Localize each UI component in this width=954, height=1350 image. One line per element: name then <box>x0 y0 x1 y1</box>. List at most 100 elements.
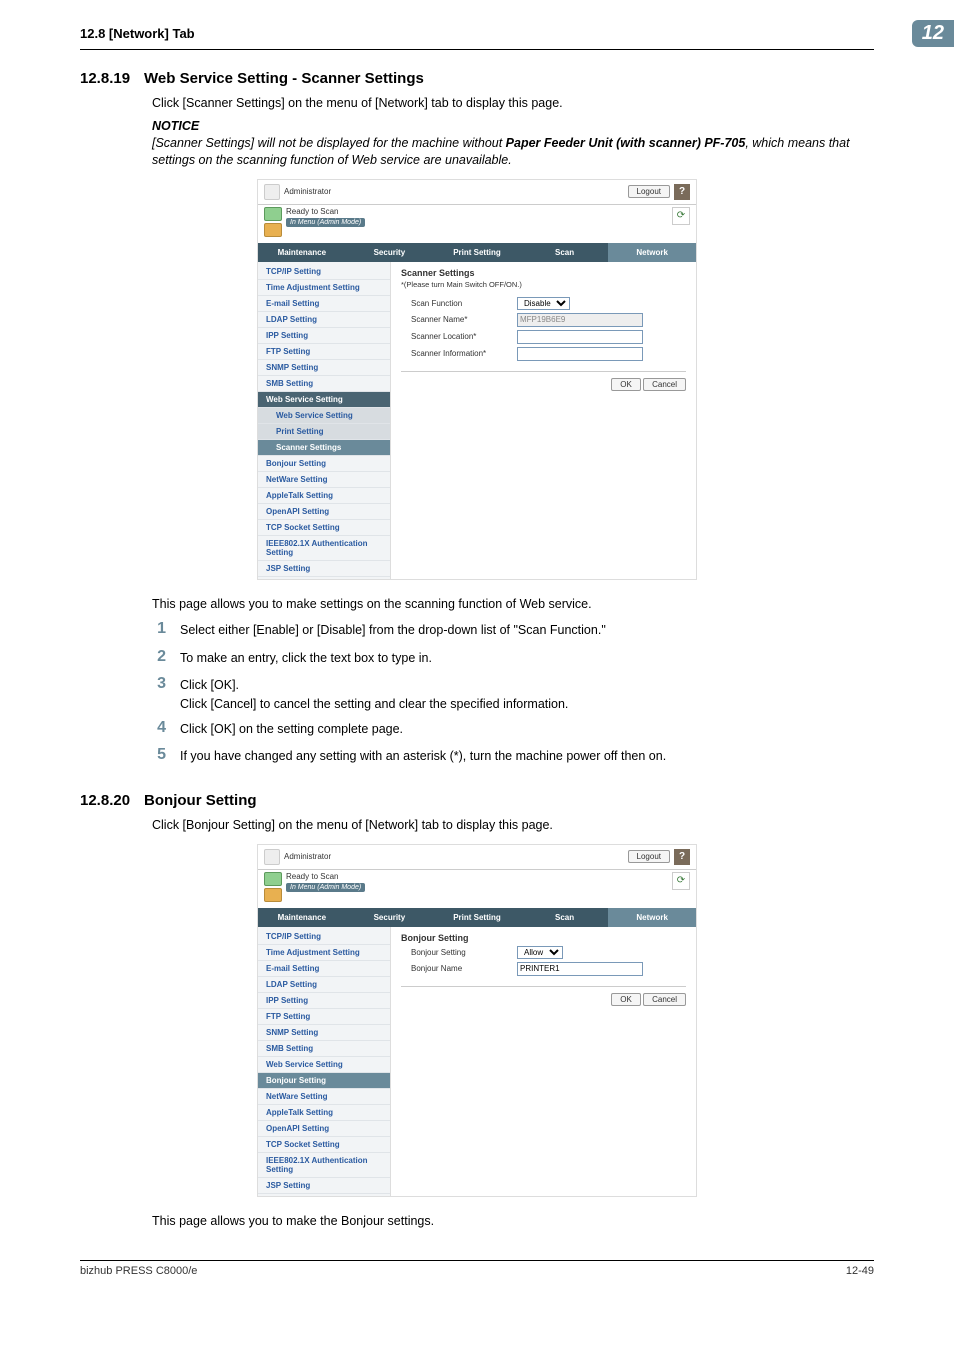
sidebar-item[interactable]: SMB Setting <box>258 376 390 392</box>
step-number: 3 <box>152 675 166 693</box>
sidebar-item[interactable]: NetWare Setting <box>258 472 390 488</box>
scanner-name-input[interactable] <box>517 313 643 327</box>
status-ready: Ready to Scan <box>286 872 365 881</box>
notice-label: NOTICE <box>152 118 874 135</box>
tab-security[interactable]: Security <box>346 908 434 927</box>
chapter-badge: 12 <box>912 20 954 47</box>
cancel-button[interactable]: Cancel <box>643 378 686 391</box>
section-number: 12.8.20 <box>80 792 130 809</box>
tab-network[interactable]: Network <box>608 243 696 262</box>
tab-scan[interactable]: Scan <box>521 908 609 927</box>
sidebar-item[interactable]: FTP Setting <box>258 1009 390 1025</box>
header-section-label: 12.8 [Network] Tab <box>80 26 195 41</box>
status-icon-ready <box>264 872 282 886</box>
sidebar-item[interactable]: E-mail Setting <box>258 961 390 977</box>
scanner-location-input[interactable] <box>517 330 643 344</box>
step-text: If you have changed any setting with an … <box>180 748 666 766</box>
tab-print-setting[interactable]: Print Setting <box>433 908 521 927</box>
footer-page-number: 12-49 <box>846 1265 874 1277</box>
sidebar-item[interactable]: TCP/IP Setting <box>258 264 390 280</box>
status-icon-ready <box>264 207 282 221</box>
sidebar-item[interactable]: IEEE802.1X Authentication Setting <box>258 1153 390 1178</box>
bonjour-setting-select[interactable]: Allow <box>517 946 563 959</box>
field-label: Scan Function <box>411 299 511 308</box>
ok-button[interactable]: OK <box>611 993 641 1006</box>
refresh-button[interactable]: ⟳ <box>672 207 690 225</box>
sidebar-item[interactable]: OpenAPI Setting <box>258 1121 390 1137</box>
status-mode: In Menu (Admin Mode) <box>286 218 365 227</box>
sidebar-item-web-service[interactable]: Web Service Setting <box>258 392 390 408</box>
sidebar-item[interactable]: IEEE802.1X Authentication Setting <box>258 536 390 561</box>
sidebar-item[interactable]: JSP Setting <box>258 1178 390 1194</box>
sidebar-item[interactable]: SNMP Setting <box>258 360 390 376</box>
cancel-button[interactable]: Cancel <box>643 993 686 1006</box>
sidebar-item[interactable]: Bonjour Setting <box>258 456 390 472</box>
tab-maintenance[interactable]: Maintenance <box>258 243 346 262</box>
sidebar-item[interactable]: JSP Setting <box>258 561 390 577</box>
tab-network[interactable]: Network <box>608 908 696 927</box>
sidebar-item[interactable]: LDAP Setting <box>258 977 390 993</box>
section-after-image: This page allows you to make settings on… <box>152 596 874 613</box>
admin-icon <box>264 849 280 865</box>
section-heading: 12.8.19 Web Service Setting - Scanner Se… <box>80 70 874 87</box>
sidebar-item[interactable]: AppleTalk Setting <box>258 488 390 504</box>
sidebar-item[interactable]: OpenAPI Setting <box>258 504 390 520</box>
content-title: Scanner Settings <box>401 268 686 278</box>
sidebar-item[interactable]: Time Adjustment Setting <box>258 945 390 961</box>
sidebar-subitem-scanner-settings[interactable]: Scanner Settings <box>258 440 390 456</box>
section-intro: Click [Bonjour Setting] on the menu of [… <box>152 817 874 834</box>
status-mode: In Menu (Admin Mode) <box>286 883 365 892</box>
sidebar-subitem[interactable]: Print Setting <box>258 424 390 440</box>
sidebar-item[interactable]: TCP Socket Setting <box>258 1137 390 1153</box>
section-after-image: This page allows you to make the Bonjour… <box>152 1213 874 1230</box>
sidebar-item-bonjour-setting[interactable]: Bonjour Setting <box>258 1073 390 1089</box>
field-label: Scanner Name* <box>411 315 511 324</box>
logout-button[interactable]: Logout <box>628 185 670 198</box>
section-number: 12.8.19 <box>80 70 130 87</box>
admin-icon <box>264 184 280 200</box>
tab-print-setting[interactable]: Print Setting <box>433 243 521 262</box>
sidebar-item[interactable]: TCP Socket Setting <box>258 520 390 536</box>
scan-function-select[interactable]: Disable <box>517 297 570 310</box>
sidebar-item[interactable]: TCP/IP Setting <box>258 929 390 945</box>
help-button[interactable]: ? <box>674 849 690 865</box>
help-button[interactable]: ? <box>674 184 690 200</box>
tab-maintenance[interactable]: Maintenance <box>258 908 346 927</box>
sidebar-subitem[interactable]: Web Service Setting <box>258 408 390 424</box>
refresh-button[interactable]: ⟳ <box>672 872 690 890</box>
tab-scan[interactable]: Scan <box>521 243 609 262</box>
sidebar-item[interactable]: Time Adjustment Setting <box>258 280 390 296</box>
sidebar-item[interactable]: LDAP Setting <box>258 312 390 328</box>
scanner-information-input[interactable] <box>517 347 643 361</box>
sidebar-item[interactable]: IPP Setting <box>258 328 390 344</box>
sidebar-item[interactable]: Web Service Setting <box>258 1057 390 1073</box>
admin-label: Administrator <box>284 852 331 861</box>
screenshot-bonjour-setting: Administrator Logout ? Ready to Scan In … <box>80 844 874 1197</box>
sidebar-item[interactable]: AppleTalk Setting <box>258 1105 390 1121</box>
content-note: *(Please turn Main Switch OFF/ON.) <box>401 280 686 289</box>
status-ready: Ready to Scan <box>286 207 365 216</box>
sidebar: TCP/IP Setting Time Adjustment Setting E… <box>258 927 391 1196</box>
bonjour-name-input[interactable] <box>517 962 643 976</box>
sidebar: TCP/IP Setting Time Adjustment Setting E… <box>258 262 391 579</box>
app-window: Administrator Logout ? Ready to Scan In … <box>257 179 697 580</box>
sidebar-item[interactable]: FTP Setting <box>258 344 390 360</box>
field-label: Scanner Location* <box>411 332 511 341</box>
sidebar-item[interactable]: NetWare Setting <box>258 1089 390 1105</box>
step-text: Select either [Enable] or [Disable] from… <box>180 622 606 640</box>
notice-body: [Scanner Settings] will not be displayed… <box>152 135 874 169</box>
logout-button[interactable]: Logout <box>628 850 670 863</box>
step-number: 1 <box>152 620 166 638</box>
sidebar-item[interactable]: E-mail Setting <box>258 296 390 312</box>
sidebar-item[interactable]: SNMP Setting <box>258 1025 390 1041</box>
ok-button[interactable]: OK <box>611 378 641 391</box>
step-text: Click [OK]. <box>180 677 239 695</box>
notice-bold: Paper Feeder Unit (with scanner) PF-705 <box>506 136 746 150</box>
app-window: Administrator Logout ? Ready to Scan In … <box>257 844 697 1197</box>
sidebar-item[interactable]: SMB Setting <box>258 1041 390 1057</box>
section-heading: 12.8.20 Bonjour Setting <box>80 792 874 809</box>
tab-security[interactable]: Security <box>346 243 434 262</box>
page-header: 12.8 [Network] Tab 12 <box>80 20 874 50</box>
field-label: Scanner Information* <box>411 349 511 358</box>
sidebar-item[interactable]: IPP Setting <box>258 993 390 1009</box>
